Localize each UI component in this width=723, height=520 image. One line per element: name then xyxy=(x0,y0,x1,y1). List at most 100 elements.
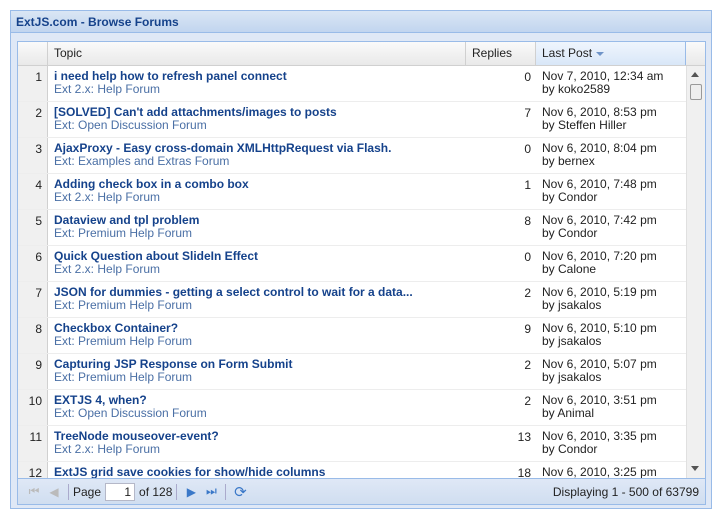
topic-link[interactable]: ExtJS grid save cookies for show/hide co… xyxy=(54,466,460,478)
scroll-thumb[interactable] xyxy=(690,84,702,100)
last-post-cell: Nov 6, 2010, 7:20 pm by Calone xyxy=(536,246,686,281)
sort-desc-icon xyxy=(596,51,605,56)
forum-name: Ext: Examples and Extras Forum xyxy=(54,154,230,168)
last-page-button[interactable]: ⏭ xyxy=(201,482,221,502)
topic-cell: Quick Question about SlideIn Effect Ext 2… xyxy=(48,246,466,281)
last-post-author: by jsakalos xyxy=(542,334,602,348)
row-number: 5 xyxy=(18,210,48,245)
last-post-cell: Nov 6, 2010, 3:51 pm by Animal xyxy=(536,390,686,425)
table-row[interactable]: 2 [SOLVED] Can't add attachments/images … xyxy=(18,102,686,138)
last-post-cell: Nov 7, 2010, 12:34 am by koko2589 xyxy=(536,66,686,101)
replies-cell: 9 xyxy=(524,322,531,336)
last-post-date: Nov 6, 2010, 3:25 pm xyxy=(542,465,657,479)
row-number: 8 xyxy=(18,318,48,353)
row-number: 9 xyxy=(18,354,48,389)
table-row[interactable]: 11 TreeNode mouseover-event? Ext 2.x: Hel… xyxy=(18,426,686,462)
last-post-author: by koko2589 xyxy=(542,82,611,96)
topic-cell: Dataview and tpl problem Ext: Premium Hel… xyxy=(48,210,466,245)
row-number: 10 xyxy=(18,390,48,425)
last-post-label: Last Post xyxy=(542,46,593,60)
panel-title: ExtJS.com - Browse Forums xyxy=(11,11,711,33)
last-post-cell: Nov 6, 2010, 7:42 pm by Condor xyxy=(536,210,686,245)
forum-name: Ext: Premium Help Forum xyxy=(54,298,193,312)
row-number: 3 xyxy=(18,138,48,173)
row-number: 7 xyxy=(18,282,48,317)
replies-cell: 0 xyxy=(524,142,531,156)
page-input[interactable]: 1 xyxy=(105,482,136,501)
forum-name: Ext 2.x: Help Forum xyxy=(54,190,161,204)
column-header-topic[interactable]: Topic xyxy=(48,42,466,65)
column-header-replies[interactable]: Replies xyxy=(466,42,536,65)
scroll-up-icon[interactable] xyxy=(691,72,699,77)
last-post-cell: Nov 6, 2010, 8:04 pm by bernex xyxy=(536,138,686,173)
forum-name: Ext: Premium Help Forum xyxy=(54,334,193,348)
forum-name: Ext: Premium Help Forum xyxy=(54,226,193,240)
table-row[interactable]: 3 AjaxProxy - Easy cross-domain XMLHttpR… xyxy=(18,138,686,174)
vertical-scrollbar[interactable] xyxy=(686,66,705,478)
page-label: Page xyxy=(73,484,102,499)
forum-name: Ext 2.x: Help Forum xyxy=(54,82,161,96)
paging-toolbar: ⏮ ◀ Page 1 of 128 ▶ ⏭ ⟳ Displaying 1 - 5… xyxy=(18,478,705,504)
last-post-author: by Calone xyxy=(542,262,597,276)
table-row[interactable]: 4 Adding check box in a combo box Ext 2.x… xyxy=(18,174,686,210)
topic-cell: Capturing JSP Response on Form Submit Ext… xyxy=(48,354,466,389)
forum-name: Ext: Open Discussion Forum xyxy=(54,118,207,132)
replies-cell: 0 xyxy=(524,70,531,84)
table-row[interactable]: 7 JSON for dummies - getting a select co… xyxy=(18,282,686,318)
separator xyxy=(225,483,227,500)
grid-rows: 1 i need help how to refresh panel conne… xyxy=(18,66,686,478)
next-page-button[interactable]: ▶ xyxy=(181,482,201,502)
forum-grid: Topic Replies Last Post 1 i need help ho… xyxy=(17,41,706,505)
row-number: 1 xyxy=(18,66,48,101)
grid-header: Topic Replies Last Post xyxy=(18,42,705,66)
topic-cell: AjaxProxy - Easy cross-domain XMLHttpReq… xyxy=(48,138,466,173)
prev-page-button[interactable]: ◀ xyxy=(44,482,64,502)
display-range: 1 - 500 xyxy=(611,484,649,499)
display-prefix: Displaying xyxy=(552,484,612,499)
topic-cell: EXTJS 4, when? Ext: Open Discussion Forum xyxy=(48,390,466,425)
last-post-cell: Nov 6, 2010, 8:53 pm by Steffen Hiller xyxy=(536,102,686,137)
topic-cell: i need help how to refresh panel connect… xyxy=(48,66,466,101)
last-post-author: by Condor xyxy=(542,190,598,204)
replies-cell: 1 xyxy=(524,178,531,192)
last-post-cell: Nov 6, 2010, 5:19 pm by jsakalos xyxy=(536,282,686,317)
forum-panel: ExtJS.com - Browse Forums Topic Replies … xyxy=(10,10,712,509)
separator xyxy=(68,483,69,500)
table-row[interactable]: 1 i need help how to refresh panel conne… xyxy=(18,66,686,102)
last-post-cell: Nov 6, 2010, 3:25 pm xyxy=(536,462,686,479)
last-post-cell: Nov 6, 2010, 3:35 pm by Condor xyxy=(536,426,686,461)
last-post-author: by Condor xyxy=(542,442,598,456)
table-row[interactable]: 12 ExtJS grid save cookies for show/hide… xyxy=(18,462,686,478)
last-post-author: by jsakalos xyxy=(542,370,602,384)
last-post-cell: Nov 6, 2010, 5:10 pm by jsakalos xyxy=(536,318,686,353)
table-row[interactable]: 6 Quick Question about SlideIn Effect Ext… xyxy=(18,246,686,282)
replies-cell: 18 xyxy=(517,466,531,478)
row-number: 12 xyxy=(18,462,48,478)
table-row[interactable]: 5 Dataview and tpl problem Ext: Premium H… xyxy=(18,210,686,246)
topic-cell: ExtJS grid save cookies for show/hide co… xyxy=(48,462,466,478)
topic-cell: TreeNode mouseover-event? Ext 2.x: Help F… xyxy=(48,426,466,461)
last-post-author: by jsakalos xyxy=(542,298,602,312)
scroll-down-icon[interactable] xyxy=(691,466,699,471)
replies-cell: 2 xyxy=(524,358,531,372)
row-number-header xyxy=(18,42,48,65)
row-number: 2 xyxy=(18,102,48,137)
display-info: Displaying 1 - 500 of 63799 xyxy=(553,485,705,499)
last-post-author: by bernex xyxy=(542,154,595,168)
table-row[interactable]: 9 Capturing JSP Response on Form Submit E… xyxy=(18,354,686,390)
forum-name: Ext: Premium Help Forum xyxy=(54,370,193,384)
replies-cell: 2 xyxy=(524,286,531,300)
last-post-author: by Steffen Hiller xyxy=(542,118,627,132)
refresh-button[interactable]: ⟳ xyxy=(230,482,250,502)
replies-cell: 2 xyxy=(524,394,531,408)
topic-cell: Checkbox Container? Ext: Premium Help For… xyxy=(48,318,466,353)
first-page-button[interactable]: ⏮ xyxy=(24,482,44,502)
replies-cell: 8 xyxy=(524,214,531,228)
last-post-cell: Nov 6, 2010, 5:07 pm by jsakalos xyxy=(536,354,686,389)
table-row[interactable]: 8 Checkbox Container? Ext: Premium Help F… xyxy=(18,318,686,354)
table-row[interactable]: 10 EXTJS 4, when? Ext: Open Discussion Fo… xyxy=(18,390,686,426)
column-header-last-post[interactable]: Last Post xyxy=(536,42,686,65)
topic-cell: [SOLVED] Can't add attachments/images to… xyxy=(48,102,466,137)
page-count: of 128 xyxy=(139,484,173,499)
display-total: of 63799 xyxy=(648,484,699,499)
